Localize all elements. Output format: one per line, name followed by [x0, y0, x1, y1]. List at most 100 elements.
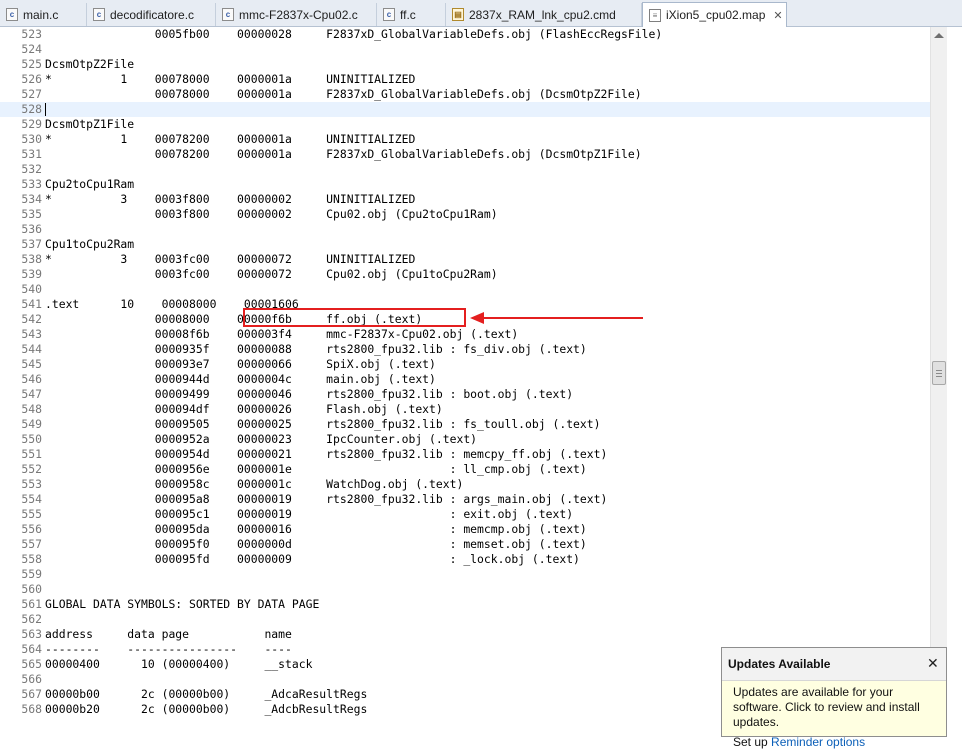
line-text: 0000944d 0000004c main.obj (.text) [45, 372, 436, 386]
line-text: 000095f0 0000000d : memset.obj (.text) [45, 537, 587, 551]
line-text: 000095da 00000016 : memcmp.obj (.text) [45, 522, 587, 536]
line-number: 543 [21, 327, 42, 341]
code-line[interactable]: 523 0005fb00 00000028 F2837xD_GlobalVari… [0, 27, 930, 42]
line-text: 00078200 0000001a F2837xD_GlobalVariable… [45, 147, 642, 161]
code-line[interactable]: 539 0003fc00 00000072 Cpu02.obj (Cpu1toC… [0, 267, 930, 282]
line-number: 525 [21, 57, 42, 71]
line-number: 535 [21, 207, 42, 221]
notification-body[interactable]: Updates are available for your software.… [733, 685, 943, 750]
line-text: GLOBAL DATA SYMBOLS: SORTED BY DATA PAGE [45, 597, 320, 611]
line-text: 00000b00 2c (00000b00) _AdcaResultRegs [45, 687, 368, 701]
line-text: 000095a8 00000019 rts2800_fpu32.lib : ar… [45, 492, 608, 506]
tab-label: mmc-F2837x-Cpu02.c [239, 7, 358, 22]
code-line[interactable]: 537 Cpu1toCpu2Ram [0, 237, 930, 252]
code-line[interactable]: 533 Cpu2toCpu1Ram [0, 177, 930, 192]
line-number: 548 [21, 402, 42, 416]
code-line[interactable]: 553 0000958c 0000001c WatchDog.obj (.tex… [0, 477, 930, 492]
c-file-icon: c [222, 8, 234, 21]
code-line[interactable]: 532 [0, 162, 930, 177]
c-file-icon: c [383, 8, 395, 21]
line-text: 0000952a 00000023 IpcCounter.obj (.text) [45, 432, 478, 446]
code-line[interactable]: 556 000095da 00000016 : memcmp.obj (.tex… [0, 522, 930, 537]
map-file-editor[interactable]: 523 0005fb00 00000028 F2837xD_GlobalVari… [0, 27, 930, 730]
line-number: 542 [21, 312, 42, 326]
scroll-up-arrow-icon[interactable] [934, 33, 944, 38]
reminder-options-link[interactable]: Reminder options [771, 735, 865, 749]
code-line[interactable]: 526 * 1 00078000 0000001a UNINITIALIZED [0, 72, 930, 87]
code-line[interactable]: 546 0000944d 0000004c main.obj (.text) [0, 372, 930, 387]
code-line[interactable]: 530 * 1 00078200 0000001a UNINITIALIZED [0, 132, 930, 147]
tab-decodificatore-c[interactable]: c decodificatore.c [87, 3, 216, 26]
code-line[interactable]: 547 00009499 00000046 rts2800_fpu32.lib … [0, 387, 930, 402]
tab-mmc-c[interactable]: c mmc-F2837x-Cpu02.c [216, 3, 377, 26]
line-text: 000094df 00000026 Flash.obj (.text) [45, 402, 443, 416]
code-line[interactable]: 535 0003f800 00000002 Cpu02.obj (Cpu2toC… [0, 207, 930, 222]
code-line[interactable]: 545 000093e7 00000066 SpiX.obj (.text) [0, 357, 930, 372]
scroll-thumb[interactable] [932, 361, 946, 385]
line-number: 545 [21, 357, 42, 371]
line-number: 564 [21, 642, 42, 656]
highlight-box [243, 308, 466, 327]
code-line[interactable]: 549 00009505 00000025 rts2800_fpu32.lib … [0, 417, 930, 432]
line-number: 565 [21, 657, 42, 671]
code-line[interactable]: 528 [0, 102, 930, 117]
updates-notification[interactable]: Updates Available ✕ Updates are availabl… [721, 647, 947, 749]
code-line[interactable]: 536 [0, 222, 930, 237]
code-line[interactable]: 544 0000935f 00000088 rts2800_fpu32.lib … [0, 342, 930, 357]
code-line[interactable]: 534 * 3 0003f800 00000002 UNINITIALIZED [0, 192, 930, 207]
tab-main-c[interactable]: c main.c [0, 3, 87, 26]
line-text: 0000956e 0000001e : ll_cmp.obj (.text) [45, 462, 587, 476]
code-line[interactable]: 554 000095a8 00000019 rts2800_fpu32.lib … [0, 492, 930, 507]
code-line[interactable]: 560 [0, 582, 930, 597]
code-line[interactable]: 529 DcsmOtpZ1File [0, 117, 930, 132]
code-line[interactable]: 538 * 3 0003fc00 00000072 UNINITIALIZED [0, 252, 930, 267]
tab-label: 2837x_RAM_lnk_cpu2.cmd [469, 7, 616, 22]
line-text: 00009505 00000025 rts2800_fpu32.lib : fs… [45, 417, 601, 431]
line-number: 538 [21, 252, 42, 266]
tab-linker-cmd[interactable]: ▤ 2837x_RAM_lnk_cpu2.cmd [446, 3, 642, 26]
code-line[interactable]: 558 000095fd 00000009 : _lock.obj (.text… [0, 552, 930, 567]
line-number: 541 [21, 297, 42, 311]
line-number: 547 [21, 387, 42, 401]
vertical-scrollbar[interactable] [930, 27, 947, 730]
code-line[interactable]: 550 0000952a 00000023 IpcCounter.obj (.t… [0, 432, 930, 447]
code-line[interactable]: 525 DcsmOtpZ2File [0, 57, 930, 72]
close-icon[interactable]: ✕ [927, 655, 939, 672]
code-line[interactable]: 559 [0, 567, 930, 582]
line-text: -------- ---------------- ---- [45, 642, 292, 656]
close-tab-icon[interactable]: ✕ [773, 9, 782, 22]
tab-map-file[interactable]: ≡ iXion5_cpu02.map ✕ [642, 2, 787, 27]
text-caret [45, 103, 46, 116]
code-line[interactable]: 548 000094df 00000026 Flash.obj (.text) [0, 402, 930, 417]
line-number: 523 [21, 27, 42, 41]
line-text: * 1 00078200 0000001a UNINITIALIZED [45, 132, 416, 146]
line-number: 526 [21, 72, 42, 86]
line-number: 553 [21, 477, 42, 491]
code-line[interactable]: 540 [0, 282, 930, 297]
tab-label: decodificatore.c [110, 7, 195, 22]
code-line[interactable]: 561 GLOBAL DATA SYMBOLS: SORTED BY DATA P… [0, 597, 930, 612]
line-text: Cpu1toCpu2Ram [45, 237, 135, 251]
line-number: 524 [21, 42, 42, 56]
notification-message[interactable]: Updates are available for your software.… [733, 685, 943, 730]
code-line[interactable]: 562 [0, 612, 930, 627]
code-line[interactable]: 531 00078200 0000001a F2837xD_GlobalVari… [0, 147, 930, 162]
line-text: 000095fd 00000009 : _lock.obj (.text) [45, 552, 580, 566]
line-number: 530 [21, 132, 42, 146]
code-line[interactable]: 555 000095c1 00000019 : exit.obj (.text) [0, 507, 930, 522]
code-line[interactable]: 527 00078000 0000001a F2837xD_GlobalVari… [0, 87, 930, 102]
code-line[interactable]: 524 [0, 42, 930, 57]
code-line[interactable]: 551 0000954d 00000021 rts2800_fpu32.lib … [0, 447, 930, 462]
tab-ff-c[interactable]: c ff.c [377, 3, 446, 26]
code-line[interactable]: 543 00008f6b 000003f4 mmc-F2837x-Cpu02.o… [0, 327, 930, 342]
tab-label: main.c [23, 7, 59, 22]
code-line[interactable]: 552 0000956e 0000001e : ll_cmp.obj (.tex… [0, 462, 930, 477]
code-line[interactable]: 557 000095f0 0000000d : memset.obj (.tex… [0, 537, 930, 552]
grip-line [936, 376, 942, 377]
line-text: address data page name [45, 627, 292, 641]
notification-header: Updates Available ✕ [722, 648, 946, 681]
line-number: 540 [21, 282, 42, 296]
code-line[interactable]: 563 address data page name [0, 627, 930, 642]
line-text: 0000954d 00000021 rts2800_fpu32.lib : me… [45, 447, 608, 461]
line-number: 563 [21, 627, 42, 641]
